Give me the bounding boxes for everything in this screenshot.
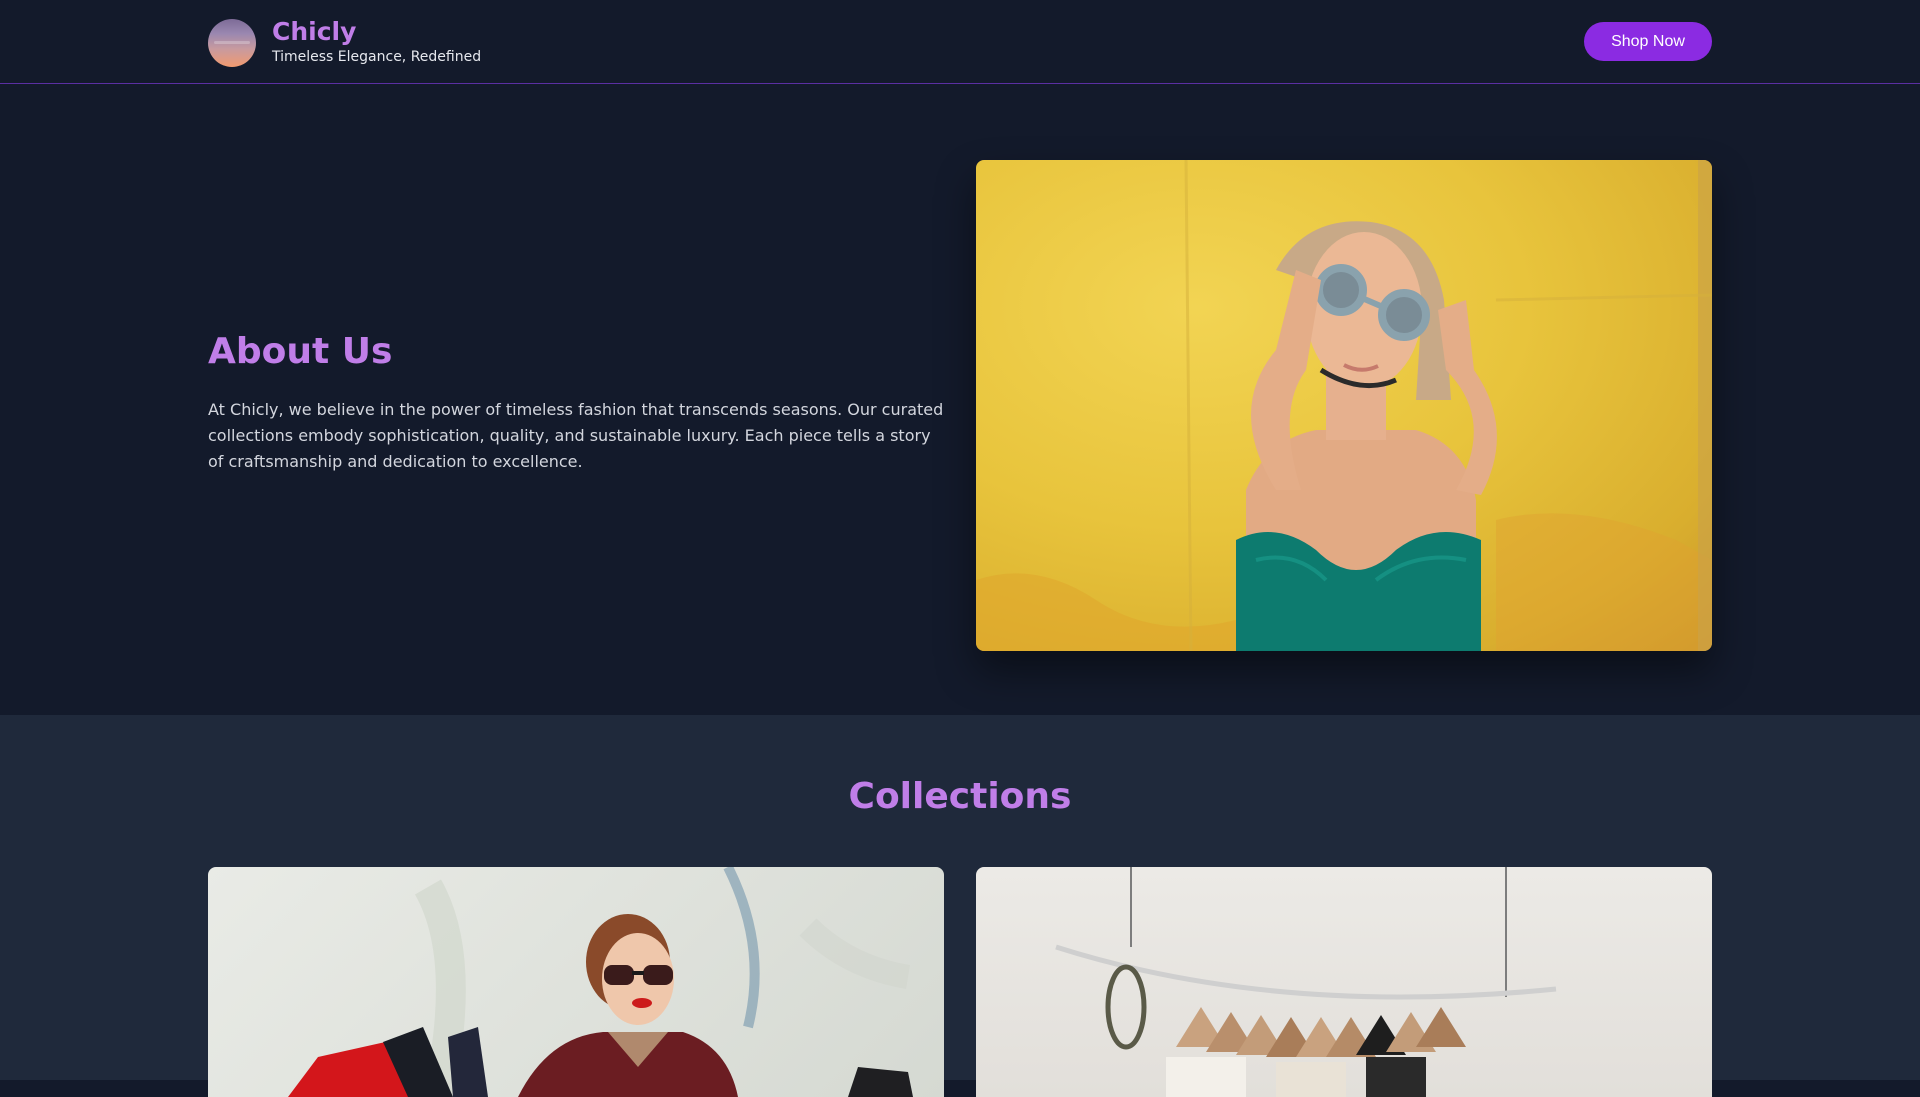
shop-now-button[interactable]: Shop Now [1584,22,1712,61]
about-section: About Us At Chicly, we believe in the po… [0,85,1920,715]
about-title: About Us [208,331,393,372]
brand-name: Chicly [272,17,357,46]
brand[interactable]: Chicly Timeless Elegance, Redefined [208,18,481,67]
site-header: Chicly Timeless Elegance, Redefined Shop… [0,0,1920,84]
brand-tagline: Timeless Elegance, Redefined [272,49,482,65]
collection-card[interactable] [976,867,1712,1097]
collections-title: Collections [848,776,1072,817]
collections-section: Collections [0,715,1920,1097]
brand-text: Chicly Timeless Elegance, Redefined [272,18,481,67]
brand-logo-icon [208,18,256,67]
about-description: At Chicly, we believe in the power of ti… [208,400,944,471]
about-photo [976,160,1712,651]
collection-card[interactable] [208,867,944,1097]
